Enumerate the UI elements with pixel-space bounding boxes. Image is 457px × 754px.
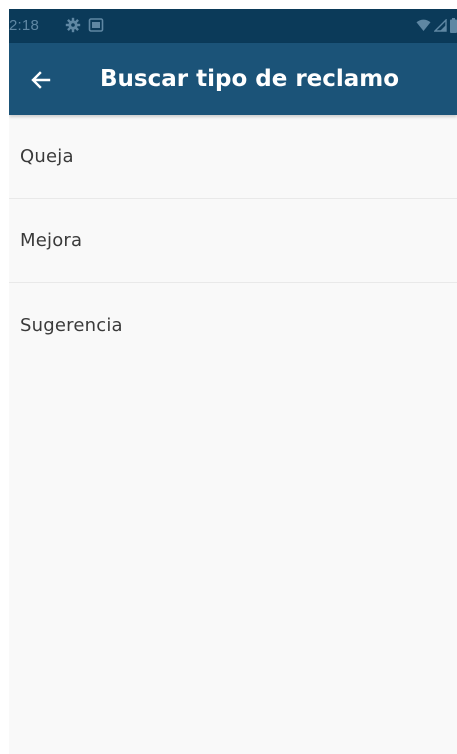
battery-icon xyxy=(450,17,457,33)
signal-icon xyxy=(434,18,447,32)
wifi-icon xyxy=(416,19,431,32)
status-bar: 2:18 xyxy=(9,9,457,43)
back-button[interactable] xyxy=(23,62,59,98)
arrow-left-icon xyxy=(29,68,53,92)
gear-icon xyxy=(64,16,82,34)
status-time: 2:18 xyxy=(9,17,39,34)
app-bar: Buscar tipo de reclamo xyxy=(9,43,457,115)
complaint-type-list: Queja Mejora Sugerencia xyxy=(9,115,457,367)
list-item-mejora[interactable]: Mejora xyxy=(9,199,457,283)
status-right-icons xyxy=(416,16,457,34)
list-item-label: Sugerencia xyxy=(20,314,123,336)
image-icon xyxy=(87,16,105,34)
list-item-queja[interactable]: Queja xyxy=(9,115,457,199)
phone-frame: 2:18 Buscar tipo de reclamo Queja Mejora… xyxy=(0,0,457,754)
list-item-label: Mejora xyxy=(20,230,83,251)
screen: 2:18 Buscar tipo de reclamo Queja Mejora… xyxy=(9,9,457,754)
list-item-label: Queja xyxy=(20,146,74,167)
list-item-sugerencia[interactable]: Sugerencia xyxy=(9,283,457,367)
page-title: Buscar tipo de reclamo xyxy=(100,66,400,92)
